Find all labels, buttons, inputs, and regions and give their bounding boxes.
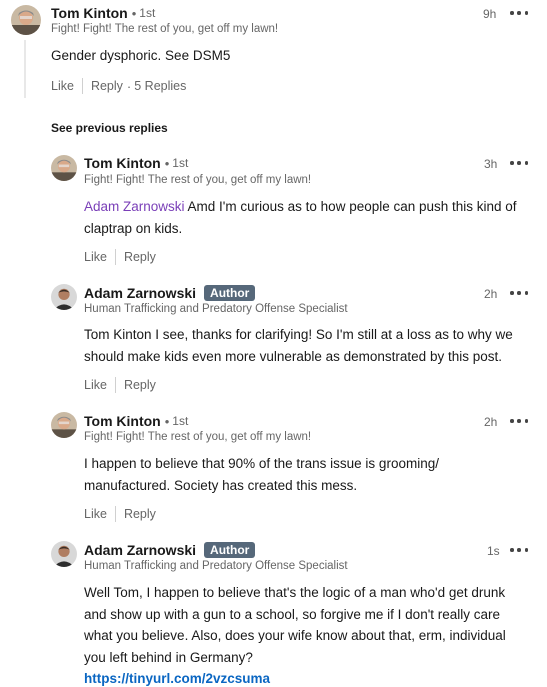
avatar[interactable] xyxy=(11,5,41,35)
separator-dot: • xyxy=(164,155,170,171)
timestamp: 1s xyxy=(487,544,500,558)
comment-header: Adam Zarnowski Author xyxy=(84,542,256,558)
comment-header: Tom Kinton • 1st xyxy=(51,5,155,21)
avatar[interactable] xyxy=(51,541,77,567)
author-name[interactable]: Tom Kinton xyxy=(51,5,128,21)
separator-dot: · xyxy=(126,78,132,94)
author-badge: Author xyxy=(204,542,256,558)
timestamp: 9h xyxy=(483,7,497,21)
comment-text-line: what you believe. Also, does your wife k… xyxy=(84,628,506,643)
divider xyxy=(114,249,116,265)
author-headline: Human Trafficking and Predatory Offense … xyxy=(84,303,348,315)
like-button[interactable]: Like xyxy=(84,507,107,521)
separator-dot: • xyxy=(164,413,170,429)
avatar-adam-zarnowski-icon xyxy=(51,541,77,567)
comment-text: Adam Zarnowski Amd I'm curious as to how… xyxy=(84,196,517,239)
comment-actions: Like Reply xyxy=(84,249,156,265)
comment-text-line: Well Tom, I happen to believe that's the… xyxy=(84,585,506,600)
author-headline: Fight! Fight! The rest of you, get off m… xyxy=(51,23,279,35)
author-headline: Fight! Fight! The rest of you, get off m… xyxy=(84,431,312,443)
author-name[interactable]: Adam Zarnowski xyxy=(84,542,196,558)
comment-text-line: I happen to believe that 90% of the tran… xyxy=(84,456,439,471)
comment-text-line: should make kids even more vulnerable as… xyxy=(84,348,502,364)
comment-text: Tom Kinton I see, thanks for clarifying!… xyxy=(84,324,513,367)
timestamp: 3h xyxy=(484,157,498,171)
avatar[interactable] xyxy=(51,412,77,438)
replies-count-link[interactable]: 5 Replies xyxy=(134,79,186,93)
comment-text-line: Tom Kinton I see, thanks for clarifying!… xyxy=(84,327,513,342)
more-options-icon[interactable] xyxy=(510,545,528,555)
comment-header: Tom Kinton • 1st xyxy=(84,413,188,429)
author-headline: Human Trafficking and Predatory Offense … xyxy=(84,560,348,572)
separator-dot: • xyxy=(131,5,137,21)
comment-actions: Like Reply · 5 Replies xyxy=(51,78,186,94)
like-button[interactable]: Like xyxy=(51,79,74,93)
like-button[interactable]: Like xyxy=(84,250,107,264)
author-name[interactable]: Tom Kinton xyxy=(84,155,161,171)
thread-line xyxy=(24,40,26,98)
author-name[interactable]: Tom Kinton xyxy=(84,413,161,429)
connection-degree: 1st xyxy=(172,414,189,428)
author-name[interactable]: Adam Zarnowski xyxy=(84,285,196,301)
avatar-tom-kinton-icon xyxy=(11,5,41,35)
avatar-adam-zarnowski-icon xyxy=(51,284,77,310)
comment-text-line: and show up with a gun to a school, so f… xyxy=(84,606,501,622)
timestamp: 2h xyxy=(484,287,498,301)
avatar-tom-kinton-icon xyxy=(51,155,77,181)
avatar-tom-kinton-icon xyxy=(51,412,77,438)
more-options-icon[interactable] xyxy=(510,8,528,18)
reply-button[interactable]: Reply xyxy=(124,507,156,521)
avatar[interactable] xyxy=(51,155,77,181)
reply-button[interactable]: Reply xyxy=(91,79,123,93)
divider xyxy=(81,78,83,94)
connection-degree: 1st xyxy=(172,156,189,170)
comment-text: I happen to believe that 90% of the tran… xyxy=(84,453,439,496)
divider xyxy=(114,377,116,393)
reply-button[interactable]: Reply xyxy=(124,250,156,264)
avatar[interactable] xyxy=(51,284,77,310)
url-link[interactable]: https://tinyurl.com/2vzcsuma xyxy=(84,671,270,686)
comment-actions: Like Reply xyxy=(84,377,156,393)
mention-link[interactable]: Adam Zarnowski xyxy=(84,199,185,214)
like-button[interactable]: Like xyxy=(84,378,107,392)
comment-text-line: claptrap on kids. xyxy=(84,220,183,236)
comment-text-line: manufactured. Society has created this m… xyxy=(84,477,358,493)
timestamp: 2h xyxy=(484,415,498,429)
author-badge: Author xyxy=(204,285,256,301)
more-options-icon[interactable] xyxy=(510,416,528,426)
comment-text: Gender dysphoric. See DSM5 xyxy=(51,48,231,63)
divider xyxy=(114,506,116,522)
comment-actions: Like Reply xyxy=(84,506,156,522)
connection-degree: 1st xyxy=(139,6,156,20)
comment-text-line: Amd I'm curious as to how people can pus… xyxy=(184,199,517,214)
comment-header: Adam Zarnowski Author xyxy=(84,285,256,301)
see-previous-replies-button[interactable]: See previous replies xyxy=(51,121,168,135)
comment-header: Tom Kinton • 1st xyxy=(84,155,188,171)
author-headline: Fight! Fight! The rest of you, get off m… xyxy=(84,174,312,186)
more-options-icon[interactable] xyxy=(510,288,528,298)
reply-button[interactable]: Reply xyxy=(124,378,156,392)
more-options-icon[interactable] xyxy=(510,158,528,168)
comment-text-line: you left behind in Germany? xyxy=(84,649,253,665)
comment-text: Well Tom, I happen to believe that's the… xyxy=(84,582,506,687)
